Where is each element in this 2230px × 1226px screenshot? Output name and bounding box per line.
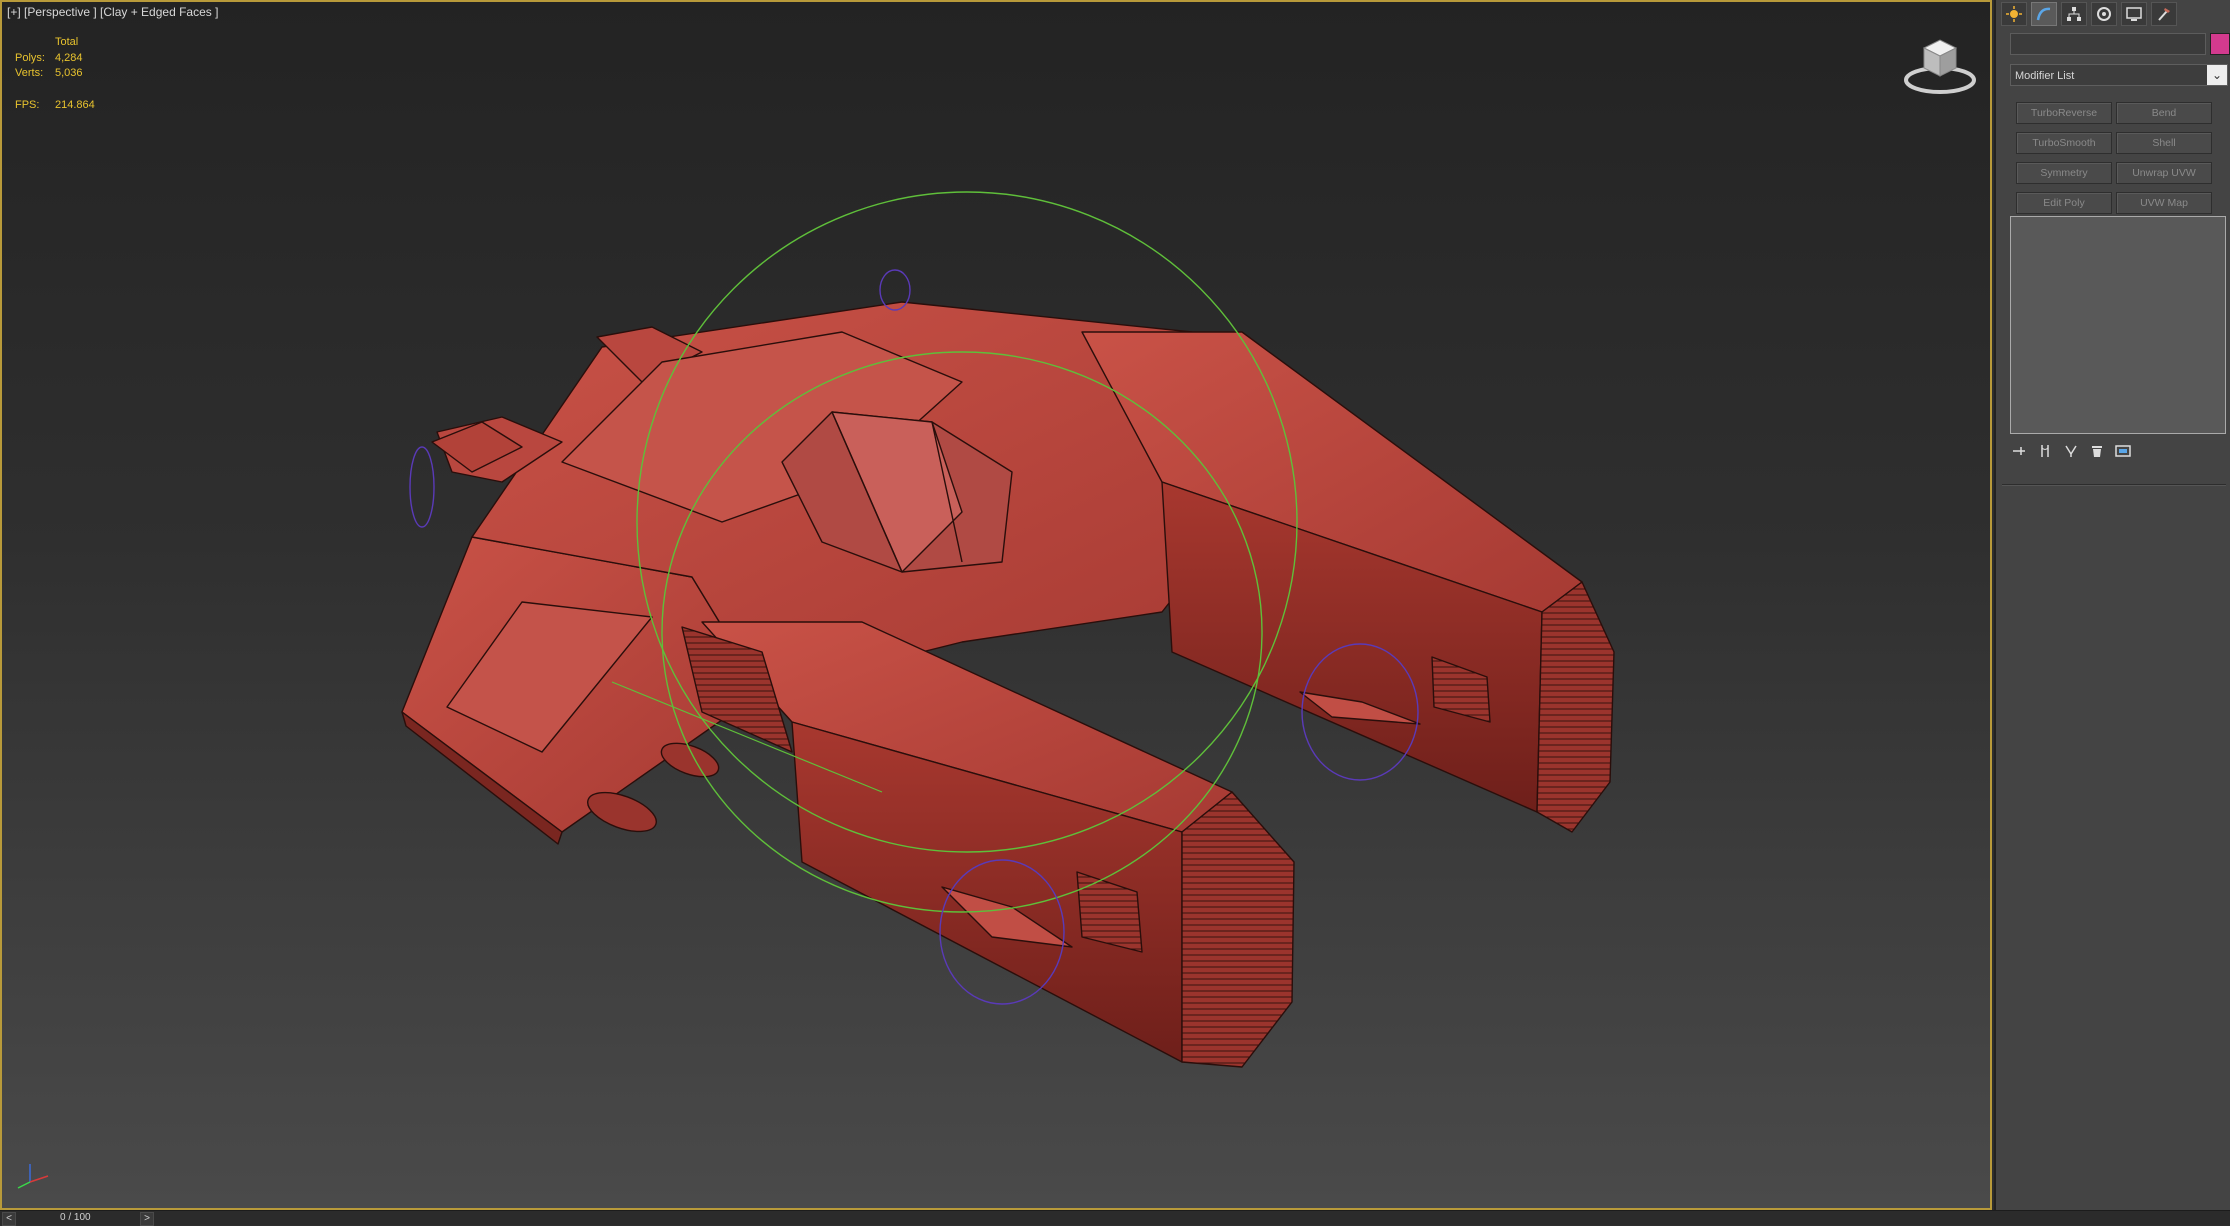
modifier-list-dropdown[interactable]: Modifier List ⌄ bbox=[2010, 64, 2228, 86]
pin-stack-icon[interactable] bbox=[2010, 442, 2028, 460]
right-pod-intake bbox=[1536, 581, 1615, 833]
left-pod-intake bbox=[1181, 791, 1295, 1068]
polys-label: Polys: bbox=[15, 51, 45, 64]
axis-tripod-icon bbox=[17, 1164, 49, 1189]
make-unique-icon[interactable] bbox=[2062, 442, 2080, 460]
motion-tab-icon[interactable] bbox=[2091, 2, 2117, 26]
turboreverse-button[interactable]: TurboReverse bbox=[2016, 102, 2112, 124]
turbosmooth-button[interactable]: TurboSmooth bbox=[2016, 132, 2112, 154]
ship-model[interactable] bbox=[401, 301, 1615, 1068]
small-helper-1 bbox=[409, 446, 435, 528]
fps-value: 214.864 bbox=[55, 98, 95, 111]
frame-counter: 0 / 100 bbox=[60, 1212, 91, 1223]
modifier-stack[interactable] bbox=[2010, 216, 2226, 434]
utilities-tab-icon[interactable] bbox=[2151, 2, 2177, 26]
object-name-field[interactable] bbox=[2010, 33, 2206, 55]
stats-header: Total bbox=[55, 36, 79, 48]
configure-modifier-sets-icon[interactable] bbox=[2114, 442, 2132, 460]
shell-button[interactable]: Shell bbox=[2116, 132, 2212, 154]
fps-label: FPS: bbox=[15, 98, 40, 111]
modifier-sets: TurboReverse Bend TurboSmooth Shell Symm… bbox=[2016, 102, 2212, 214]
symmetry-button[interactable]: Symmetry bbox=[2016, 162, 2112, 184]
verts-value: 5,036 bbox=[55, 67, 83, 79]
uvw-map-button[interactable]: UVW Map bbox=[2116, 192, 2212, 214]
perspective-viewport[interactable]: [+] [Perspective ] [Clay + Edged Faces ]… bbox=[0, 0, 1992, 1210]
show-end-result-icon[interactable] bbox=[2036, 442, 2054, 460]
modifier-list-label: Modifier List bbox=[2015, 70, 2075, 82]
panel-divider bbox=[2002, 484, 2226, 486]
create-tab-icon[interactable] bbox=[2001, 2, 2027, 26]
viewport-scene[interactable] bbox=[2, 2, 1992, 1210]
polys-value: 4,284 bbox=[55, 51, 83, 64]
hierarchy-tab-icon[interactable] bbox=[2061, 2, 2087, 26]
display-tab-icon[interactable] bbox=[2121, 2, 2147, 26]
chevron-down-icon[interactable]: ⌄ bbox=[2207, 65, 2227, 85]
scene-statistics: Total Polys: 4,284 Verts: 5,036 FPS: 214.86… bbox=[15, 35, 95, 113]
object-color-swatch[interactable] bbox=[2210, 33, 2230, 55]
time-slider[interactable]: < 0 / 100 > bbox=[0, 1210, 2230, 1226]
command-panel-tabs bbox=[2001, 2, 2177, 26]
edit-poly-button[interactable]: Edit Poly bbox=[2016, 192, 2112, 214]
viewcube-icon[interactable] bbox=[1902, 30, 1978, 96]
remove-modifier-icon[interactable] bbox=[2088, 442, 2106, 460]
viewport-label[interactable]: [+] [Perspective ] [Clay + Edged Faces ] bbox=[7, 5, 218, 19]
unwrap-uvw-button[interactable]: Unwrap UVW bbox=[2116, 162, 2212, 184]
command-panel: Modifier List ⌄ TurboReverse Bend TurboS… bbox=[1994, 0, 2230, 1210]
verts-label: Verts: bbox=[15, 67, 44, 79]
modify-tab-icon[interactable] bbox=[2031, 2, 2057, 26]
bend-button[interactable]: Bend bbox=[2116, 102, 2212, 124]
stack-toolbar bbox=[2010, 442, 2132, 460]
